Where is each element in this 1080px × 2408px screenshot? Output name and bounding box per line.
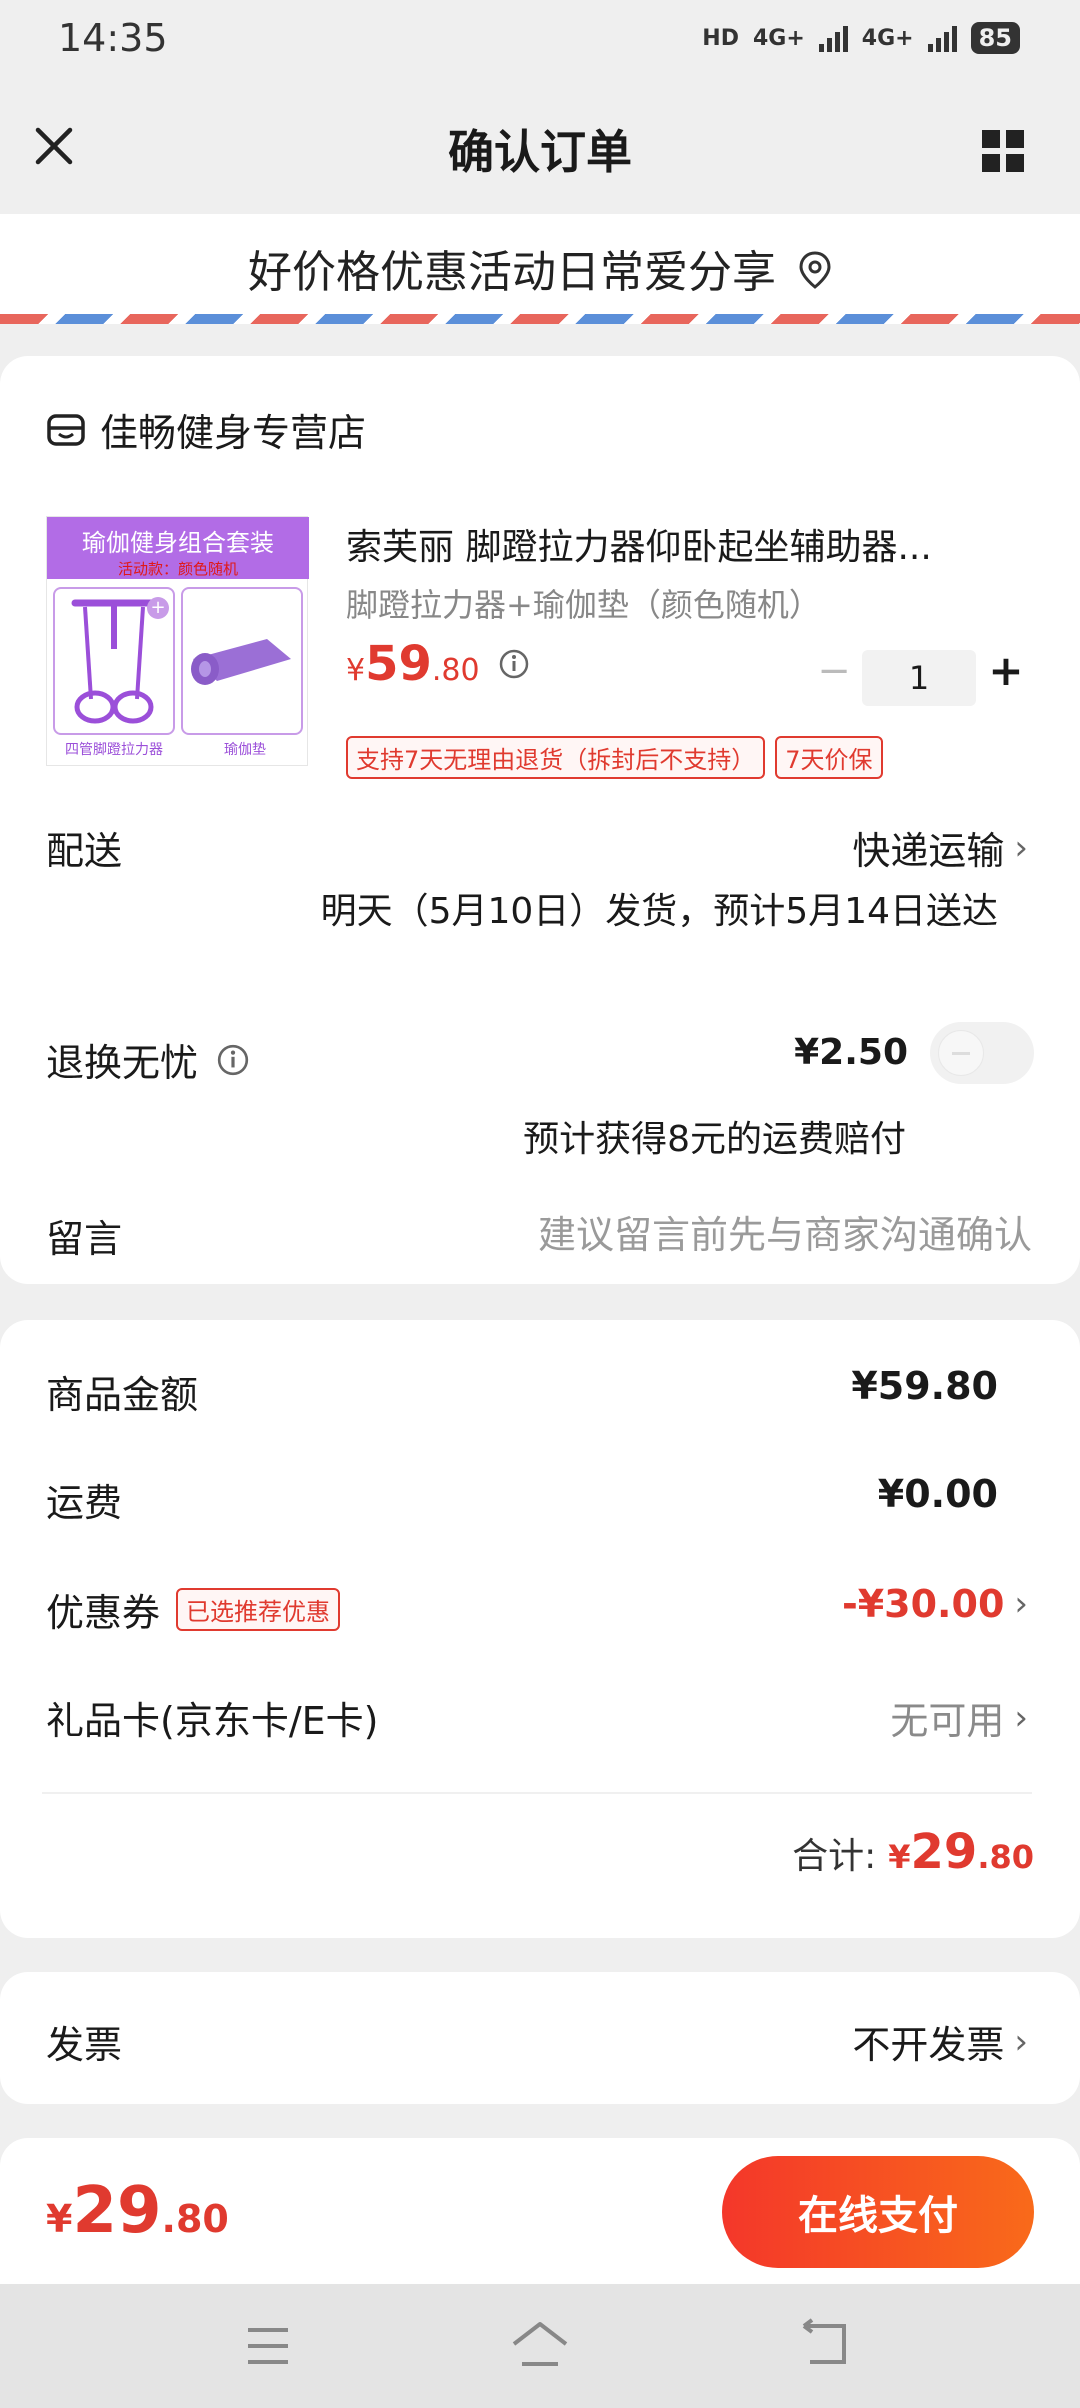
chevron-right-icon: › — [1014, 1697, 1028, 1738]
status-bar: 14:35 HD 4G+ 4G+ 85 — [0, 0, 1080, 84]
return-service-row: 退换无忧 — [46, 1032, 250, 1087]
quantity-minus-button[interactable]: − — [812, 648, 856, 694]
product-tags: 支持7天无理由退货（拆封后不支持） 7天价保 — [346, 736, 883, 779]
image-caption-right: 瑜伽垫 — [224, 742, 266, 758]
delivery-info: 明天（5月10日）发货，预计5月14日送达 — [320, 891, 998, 932]
total-integer: 29 — [910, 1824, 978, 1880]
quantity-plus-button[interactable]: + — [984, 646, 1028, 695]
location-pin-icon — [799, 251, 831, 289]
total-label: 合计: — [792, 1836, 877, 1877]
status-time: 14:35 — [58, 16, 168, 60]
product-image[interactable]: 瑜伽健身组合套装 活动款：颜色随机 + 四管脚蹬拉力器 瑜伽垫 — [46, 516, 309, 766]
menu-icon[interactable] — [244, 2324, 292, 2368]
coupon-value: -¥30.00 — [841, 1582, 1005, 1626]
return-policy-tag: 支持7天无理由退货（拆封后不支持） — [346, 736, 766, 779]
signal-icon — [818, 24, 848, 52]
message-label: 留言 — [46, 1217, 123, 1261]
quantity-input[interactable]: 1 — [862, 650, 976, 706]
store-header[interactable]: 佳畅健身专营店 — [46, 402, 366, 457]
pay-symbol: ¥ — [46, 2197, 73, 2241]
store-name: 佳畅健身专营店 — [100, 411, 367, 455]
invoice-label: 发票 — [46, 2023, 123, 2067]
goods-amount-value: ¥59.80 — [851, 1364, 998, 1408]
order-card: 佳畅健身专营店 瑜伽健身组合套装 活动款：颜色随机 + 四管脚蹬拉力器 瑜伽垫 … — [0, 356, 1080, 1284]
return-service-price: ¥2.50 — [794, 1032, 908, 1073]
pay-online-button[interactable]: 在线支付 — [722, 2156, 1034, 2268]
info-icon[interactable] — [498, 648, 530, 680]
price-symbol: ¥ — [346, 653, 366, 688]
chevron-right-icon: › — [1014, 2021, 1028, 2062]
invoice-row[interactable]: 不开发票 › — [852, 2014, 1028, 2069]
invoice-value: 不开发票 — [852, 2023, 1005, 2067]
hd-icon: HD — [702, 25, 739, 51]
network-4g-label-2: 4G+ — [861, 25, 914, 51]
total-decimal: .80 — [977, 1838, 1034, 1876]
giftcard-value: 无可用 — [890, 1699, 1005, 1743]
page-title: 确认订单 — [448, 125, 632, 179]
coupon-row-label: 优惠券 已选推荐优惠 — [46, 1582, 341, 1637]
toggle-knob — [938, 1030, 984, 1076]
coupon-tag: 已选推荐优惠 — [176, 1588, 341, 1631]
divider — [42, 1792, 1032, 1794]
product-title[interactable]: 索芙丽 脚蹬拉力器仰卧起坐辅助器... — [346, 518, 1006, 570]
message-input[interactable]: 建议留言前先与商家沟通确认 — [538, 1204, 1032, 1259]
product-price: ¥ 59 .80 — [346, 636, 530, 692]
airmail-border — [0, 314, 1080, 324]
goods-amount-label: 商品金额 — [46, 1373, 199, 1417]
home-icon[interactable] — [508, 2318, 572, 2370]
plus-badge-icon: + — [147, 597, 169, 619]
back-icon[interactable] — [796, 2318, 852, 2370]
giftcard-row[interactable]: 无可用 › — [890, 1690, 1028, 1745]
banner-label: 好价格优惠活动日常爱分享 — [248, 247, 776, 298]
price-integer: 59 — [365, 636, 432, 692]
shipping-label: 运费 — [46, 1481, 123, 1525]
invoice-card[interactable]: 发票 不开发票 › — [0, 1972, 1080, 2104]
return-service-label: 退换无忧 — [46, 1041, 199, 1085]
network-4g-label: 4G+ — [752, 25, 805, 51]
total-symbol: ¥ — [888, 1838, 911, 1876]
product-spec[interactable]: 脚蹬拉力器+瑜伽垫（颜色随机） — [346, 580, 821, 626]
close-icon[interactable] — [30, 122, 78, 170]
info-icon[interactable] — [216, 1043, 250, 1077]
return-service-desc: 预计获得8元的运费赔付 — [523, 1119, 906, 1160]
pay-amount: ¥ 29 .80 — [46, 2174, 229, 2248]
price-decimal: .80 — [431, 653, 480, 688]
shipping-value: ¥0.00 — [877, 1472, 998, 1516]
signal-icon-2 — [927, 24, 957, 52]
grid-menu-icon[interactable] — [980, 128, 1026, 174]
title-bar: 确认订单 — [0, 84, 1080, 214]
store-icon — [47, 413, 85, 446]
giftcard-label: 礼品卡(京东卡/E卡) — [46, 1699, 379, 1743]
banner-text: 好价格优惠活动日常爱分享 — [0, 236, 1080, 300]
payment-bar: ¥ 29 .80 在线支付 — [0, 2138, 1080, 2284]
delivery-method: 快递运输 — [852, 829, 1005, 873]
price-summary-card: 商品金额 ¥59.80 运费 ¥0.00 优惠券 已选推荐优惠 -¥30.00 … — [0, 1320, 1080, 1938]
product-image-banner: 瑜伽健身组合套装 — [82, 529, 274, 557]
delivery-label: 配送 — [46, 829, 123, 873]
delivery-method-row[interactable]: 快递运输 › — [852, 820, 1028, 875]
total-row: 合计: ¥ 29 .80 — [792, 1824, 1034, 1880]
pay-decimal: .80 — [161, 2197, 229, 2241]
coupon-label: 优惠券 — [46, 1591, 161, 1635]
status-icons: HD 4G+ 4G+ 85 — [702, 22, 1020, 54]
system-nav-bar — [0, 2284, 1080, 2408]
pay-integer: 29 — [72, 2174, 162, 2248]
chevron-right-icon: › — [1014, 827, 1028, 868]
address-banner[interactable]: 好价格优惠活动日常爱分享 — [0, 214, 1080, 324]
coupon-row[interactable]: -¥30.00 › — [842, 1582, 1028, 1626]
yoga-mat-graphic — [191, 639, 291, 685]
battery-icon: 85 — [970, 22, 1020, 54]
product-image-sub: 活动款：颜色随机 — [117, 560, 238, 578]
image-caption-left: 四管脚蹬拉力器 — [65, 742, 163, 758]
return-service-toggle[interactable] — [930, 1022, 1034, 1084]
chevron-right-icon: › — [1014, 1584, 1028, 1624]
price-protection-tag: 7天价保 — [775, 736, 883, 779]
